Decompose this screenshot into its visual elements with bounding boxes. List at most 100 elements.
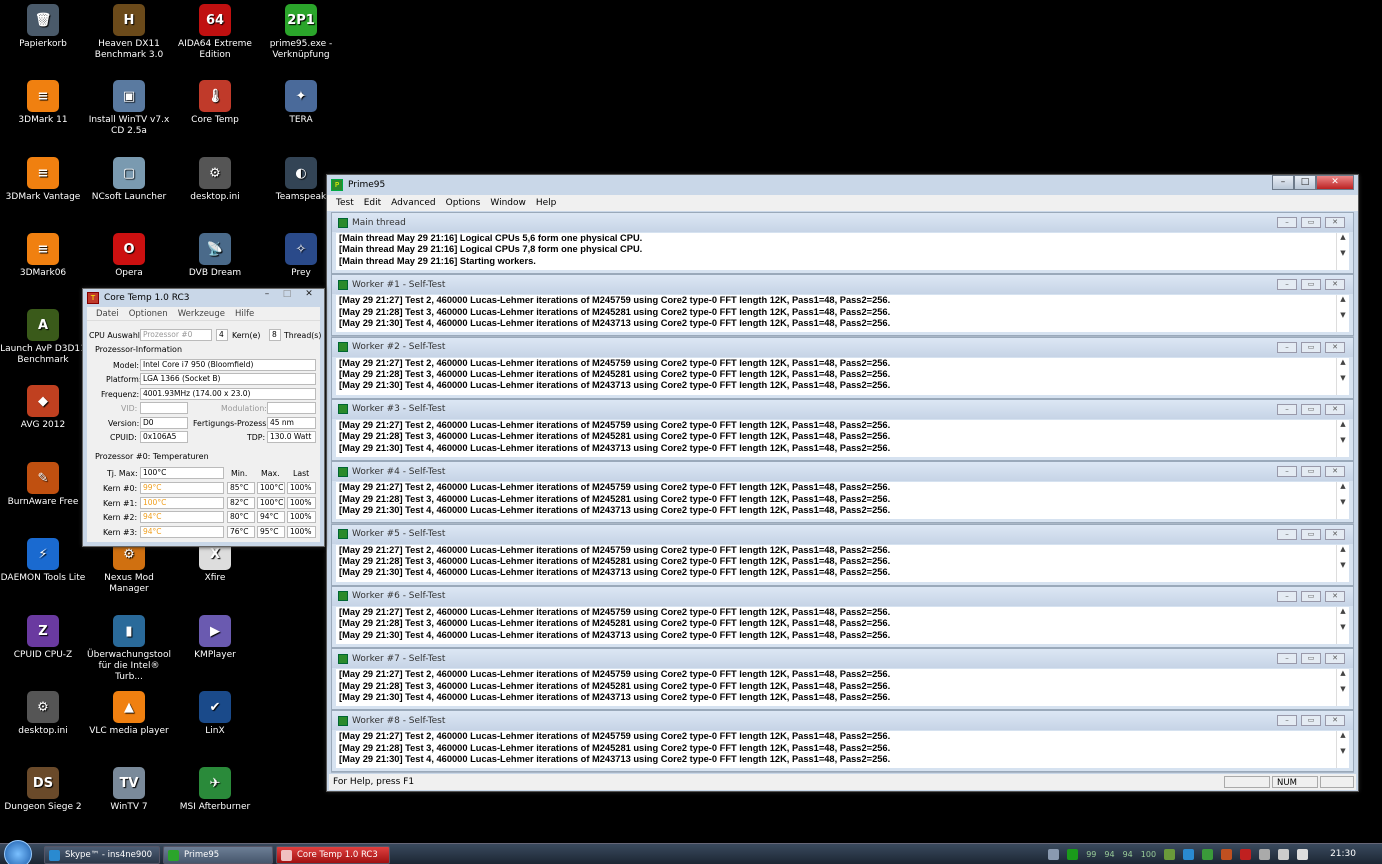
desktop-icon[interactable]: ▶ KMPlayer: [172, 615, 258, 661]
maximize-button[interactable]: □: [1294, 175, 1316, 190]
scrollbar[interactable]: ▲ ▼: [1336, 731, 1349, 769]
tray-temp[interactable]: 100: [1141, 850, 1156, 859]
tray-icon[interactable]: [1183, 848, 1195, 860]
taskbar-button-coretemp[interactable]: Core Temp 1.0 RC3: [276, 846, 390, 864]
log-output[interactable]: [May 29 21:27] Test 2, 460000 Lucas-Lehm…: [336, 731, 1349, 769]
desktop-icon[interactable]: ≡ 3DMark Vantage: [0, 157, 86, 203]
desktop-icon[interactable]: 64 AIDA64 Extreme Edition: [172, 4, 258, 61]
log-output[interactable]: [May 29 21:27] Test 2, 460000 Lucas-Lehm…: [336, 669, 1349, 707]
desktop-icon[interactable]: ▢ NCsoft Launcher: [86, 157, 172, 203]
child-minimize-button[interactable]: –: [1277, 528, 1297, 540]
child-titlebar[interactable]: Main thread: [332, 213, 1353, 232]
menu-window[interactable]: Window: [485, 198, 531, 208]
desktop-icon[interactable]: ≡ 3DMark06: [0, 233, 86, 279]
child-minimize-button[interactable]: –: [1277, 403, 1297, 415]
tray-icon[interactable]: [1202, 848, 1214, 860]
child-maximize-button[interactable]: ▭: [1301, 653, 1321, 665]
ct-maximize-button[interactable]: □: [277, 289, 297, 301]
desktop-icon[interactable]: ⚙ desktop.ini: [172, 157, 258, 203]
ct-minimize-button[interactable]: –: [257, 289, 277, 301]
desktop-icon[interactable]: H Heaven DX11 Benchmark 3.0: [86, 4, 172, 61]
worker-window[interactable]: Worker #6 - Self-Test – ▭ ✕ [May 29 21:27] T…: [331, 585, 1354, 648]
tray-icon[interactable]: [1240, 848, 1252, 860]
desktop-icon[interactable]: DS Dungeon Siege 2: [0, 767, 86, 813]
child-close-button[interactable]: ✕: [1325, 715, 1345, 727]
ct-menu-werkzeuge[interactable]: Werkzeuge: [173, 309, 230, 319]
menu-edit[interactable]: Edit: [359, 198, 386, 208]
desktop-icon[interactable]: ✈ MSI Afterburner: [172, 767, 258, 813]
taskbar-button-prime95[interactable]: Prime95: [163, 846, 273, 864]
child-maximize-button[interactable]: ▭: [1301, 341, 1321, 353]
desktop-icon[interactable]: 2P1 prime95.exe - Verknüpfung: [258, 4, 344, 61]
worker-window[interactable]: Worker #1 - Self-Test – ▭ ✕ [May 29 21:27] T…: [331, 274, 1354, 337]
desktop-icon[interactable]: O Opera: [86, 233, 172, 279]
desktop-icon[interactable]: ▣ Install WinTV v7.x CD 2.5a: [86, 80, 172, 137]
taskbar-button-skype[interactable]: Skype™ - ins4ne900: [44, 846, 160, 864]
ct-menu-datei[interactable]: Datei: [91, 309, 124, 319]
worker-window[interactable]: Worker #5 - Self-Test – ▭ ✕ [May 29 21:27] T…: [331, 523, 1354, 586]
scrollbar[interactable]: ▲ ▼: [1336, 419, 1349, 457]
main-thread-window[interactable]: Main thread – ▭ ✕ [Main thread May 29 21:16]…: [331, 212, 1354, 274]
desktop-icon[interactable]: Z CPUID CPU-Z: [0, 615, 86, 661]
desktop-icon[interactable]: ▮ Überwachungstool für die Intel® Turb...: [86, 615, 172, 683]
menu-test[interactable]: Test: [331, 198, 359, 208]
worker-window[interactable]: Worker #2 - Self-Test – ▭ ✕ [May 29 21:27] T…: [331, 336, 1354, 399]
ct-close-button[interactable]: ✕: [297, 289, 321, 301]
start-button[interactable]: [4, 840, 32, 864]
desktop-icon[interactable]: ⚡ DAEMON Tools Lite: [0, 538, 86, 584]
worker-window[interactable]: Worker #3 - Self-Test – ▭ ✕ [May 29 21:27] T…: [331, 398, 1354, 461]
scrollbar[interactable]: ▲ ▼: [1336, 482, 1349, 520]
child-maximize-button[interactable]: ▭: [1301, 217, 1321, 228]
tray-icon[interactable]: [1164, 848, 1176, 860]
tray-icon[interactable]: [1278, 848, 1290, 860]
child-titlebar[interactable]: Worker #7 - Self-Test: [332, 649, 1353, 669]
scrollbar[interactable]: ▲ ▼: [1336, 544, 1349, 582]
child-minimize-button[interactable]: –: [1277, 341, 1297, 353]
ct-menu-optionen[interactable]: Optionen: [124, 309, 173, 319]
desktop-icon[interactable]: TV WinTV 7: [86, 767, 172, 813]
scrollbar[interactable]: ▲ ▼: [1336, 357, 1349, 395]
desktop-icon[interactable]: ✎ BurnAware Free: [0, 462, 86, 508]
log-output[interactable]: [May 29 21:27] Test 2, 460000 Lucas-Lehm…: [336, 295, 1349, 333]
child-close-button[interactable]: ✕: [1325, 653, 1345, 665]
child-maximize-button[interactable]: ▭: [1301, 528, 1321, 540]
child-close-button[interactable]: ✕: [1325, 341, 1345, 353]
child-minimize-button[interactable]: –: [1277, 653, 1297, 665]
log-output[interactable]: [May 29 21:27] Test 2, 460000 Lucas-Lehm…: [336, 357, 1349, 395]
child-minimize-button[interactable]: –: [1277, 715, 1297, 727]
tray-temp[interactable]: 94: [1104, 850, 1114, 859]
desktop-icon[interactable]: A Launch AvP D3D11 Benchmark: [0, 309, 86, 366]
child-titlebar[interactable]: Worker #2 - Self-Test: [332, 337, 1353, 357]
child-minimize-button[interactable]: –: [1277, 466, 1297, 478]
child-titlebar[interactable]: Worker #3 - Self-Test: [332, 399, 1353, 419]
desktop-icon[interactable]: 🌡 Core Temp: [172, 80, 258, 126]
child-close-button[interactable]: ✕: [1325, 403, 1345, 415]
clock[interactable]: 21:30: [1330, 849, 1356, 859]
worker-window[interactable]: Worker #7 - Self-Test – ▭ ✕ [May 29 21:27] T…: [331, 648, 1354, 711]
child-close-button[interactable]: ✕: [1325, 528, 1345, 540]
scrollbar[interactable]: ▲ ▼: [1336, 233, 1349, 270]
menu-advanced[interactable]: Advanced: [386, 198, 440, 208]
cpu-select-dropdown[interactable]: Prozessor #0: [140, 329, 212, 341]
child-minimize-button[interactable]: –: [1277, 217, 1297, 228]
desktop-icon[interactable]: 🗑 Papierkorb: [0, 4, 86, 50]
child-close-button[interactable]: ✕: [1325, 466, 1345, 478]
child-titlebar[interactable]: Worker #6 - Self-Test: [332, 586, 1353, 606]
log-output[interactable]: [May 29 21:27] Test 2, 460000 Lucas-Lehm…: [336, 544, 1349, 582]
desktop-icon[interactable]: ≡ 3DMark 11: [0, 80, 86, 126]
child-maximize-button[interactable]: ▭: [1301, 403, 1321, 415]
child-close-button[interactable]: ✕: [1325, 217, 1345, 228]
ct-menu-hilfe[interactable]: Hilfe: [230, 309, 259, 319]
tray-icon[interactable]: [1221, 848, 1233, 860]
volume-icon[interactable]: [1297, 848, 1309, 860]
close-button[interactable]: ✕: [1316, 175, 1354, 190]
child-titlebar[interactable]: Worker #1 - Self-Test: [332, 275, 1353, 295]
menu-options[interactable]: Options: [441, 198, 486, 208]
child-maximize-button[interactable]: ▭: [1301, 466, 1321, 478]
child-titlebar[interactable]: Worker #4 - Self-Test: [332, 462, 1353, 482]
desktop-icon[interactable]: 📡 DVB Dream: [172, 233, 258, 279]
scrollbar[interactable]: ▲ ▼: [1336, 295, 1349, 333]
tray-icon[interactable]: [1259, 848, 1271, 860]
tray-temp[interactable]: 99: [1086, 850, 1096, 859]
child-titlebar[interactable]: Worker #8 - Self-Test: [332, 711, 1353, 731]
